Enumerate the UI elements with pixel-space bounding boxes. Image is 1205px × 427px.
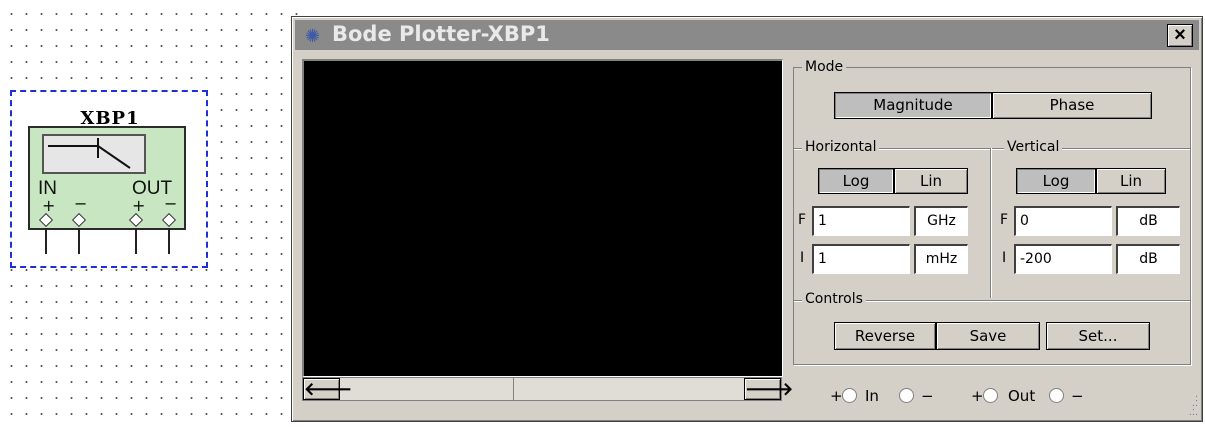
vertical-lin-button[interactable]: Lin [1096, 168, 1166, 194]
controls-group-label: Controls [802, 291, 866, 307]
vertical-initial-unit[interactable]: dB [1116, 244, 1180, 274]
vertical-group-label: Vertical [1004, 139, 1063, 155]
out-minus-radio[interactable] [1049, 388, 1064, 403]
vertical-final-label: F [1000, 212, 1009, 228]
out-plus-sign: + [971, 387, 984, 405]
magnitude-button[interactable]: Magnitude [834, 92, 992, 119]
save-button[interactable]: Save [936, 322, 1040, 350]
group-divider [990, 148, 992, 298]
mode-group-label: Mode [802, 59, 847, 75]
horizontal-initial-unit[interactable]: mHz [914, 244, 968, 274]
horizontal-log-button[interactable]: Log [818, 168, 894, 194]
symbol-out-minus: − [164, 194, 178, 213]
in-plus-radio[interactable] [842, 388, 857, 403]
out-plus-radio[interactable] [983, 388, 998, 403]
in-minus-lead [78, 228, 80, 254]
in-plus-lead [45, 228, 47, 254]
horizontal-initial-field[interactable]: 1 [812, 244, 910, 274]
set-button[interactable]: Set... [1046, 322, 1150, 350]
plot-display[interactable] [302, 59, 783, 377]
close-icon: × [1174, 24, 1186, 46]
title-bar[interactable]: ✺ Bode Plotter-XBP1 × [295, 20, 1199, 50]
in-plus-sign: + [830, 387, 843, 405]
in-minus-radio[interactable] [899, 388, 914, 403]
horizontal-final-label: F [798, 212, 807, 228]
out-minus-sign: − [1071, 387, 1084, 405]
symbol-out-plus: + [132, 196, 146, 215]
vertical-initial-label: I [1002, 250, 1007, 266]
vertical-final-unit[interactable]: dB [1116, 206, 1180, 236]
instrument-icon: ✺ [305, 26, 321, 46]
vertical-final-field[interactable]: 0 [1014, 206, 1112, 236]
symbol-in-plus: + [42, 196, 56, 215]
scroll-right-button[interactable]: 🡒 [744, 378, 793, 400]
horizontal-final-unit[interactable]: GHz [914, 206, 968, 236]
out-terminal-label: Out [1008, 387, 1036, 405]
horizontal-lin-button[interactable]: Lin [894, 168, 968, 194]
settings-panel: Mode Magnitude Phase Horizontal Log Lin … [793, 59, 1191, 365]
phase-button[interactable]: Phase [992, 92, 1152, 119]
close-button[interactable]: × [1167, 24, 1193, 47]
horizontal-group-label: Horizontal [802, 139, 880, 155]
horizontal-final-field[interactable]: 1 [812, 206, 910, 236]
window-title: Bode Plotter-XBP1 [332, 22, 550, 46]
resize-grip-icon[interactable]: . .:.:. [1189, 389, 1198, 418]
symbol-in-minus: − [74, 194, 88, 213]
reverse-button[interactable]: Reverse [834, 322, 936, 350]
horizontal-initial-label: I [800, 250, 805, 266]
symbol-screen [42, 134, 146, 174]
in-minus-sign: − [921, 387, 934, 405]
lowpass-curve-icon [48, 138, 131, 169]
out-plus-lead [135, 228, 137, 254]
out-minus-lead [168, 228, 170, 254]
scroll-left-button[interactable]: 🡐 [303, 378, 352, 400]
bode-plotter-symbol[interactable]: IN OUT + − + − [28, 126, 186, 230]
vertical-initial-field[interactable]: -200 [1014, 244, 1112, 274]
arrow-left-icon: 🡐 [304, 379, 353, 399]
in-terminal-label: In [865, 387, 879, 405]
vertical-log-button[interactable]: Log [1016, 168, 1096, 194]
bode-plotter-window: ✺ Bode Plotter-XBP1 × 🡐 🡒 Mode Magnitude… [291, 16, 1203, 422]
horizontal-scrollbar[interactable]: 🡐 🡒 [302, 377, 793, 401]
scroll-divider [513, 378, 514, 400]
arrow-right-icon: 🡒 [745, 379, 794, 399]
